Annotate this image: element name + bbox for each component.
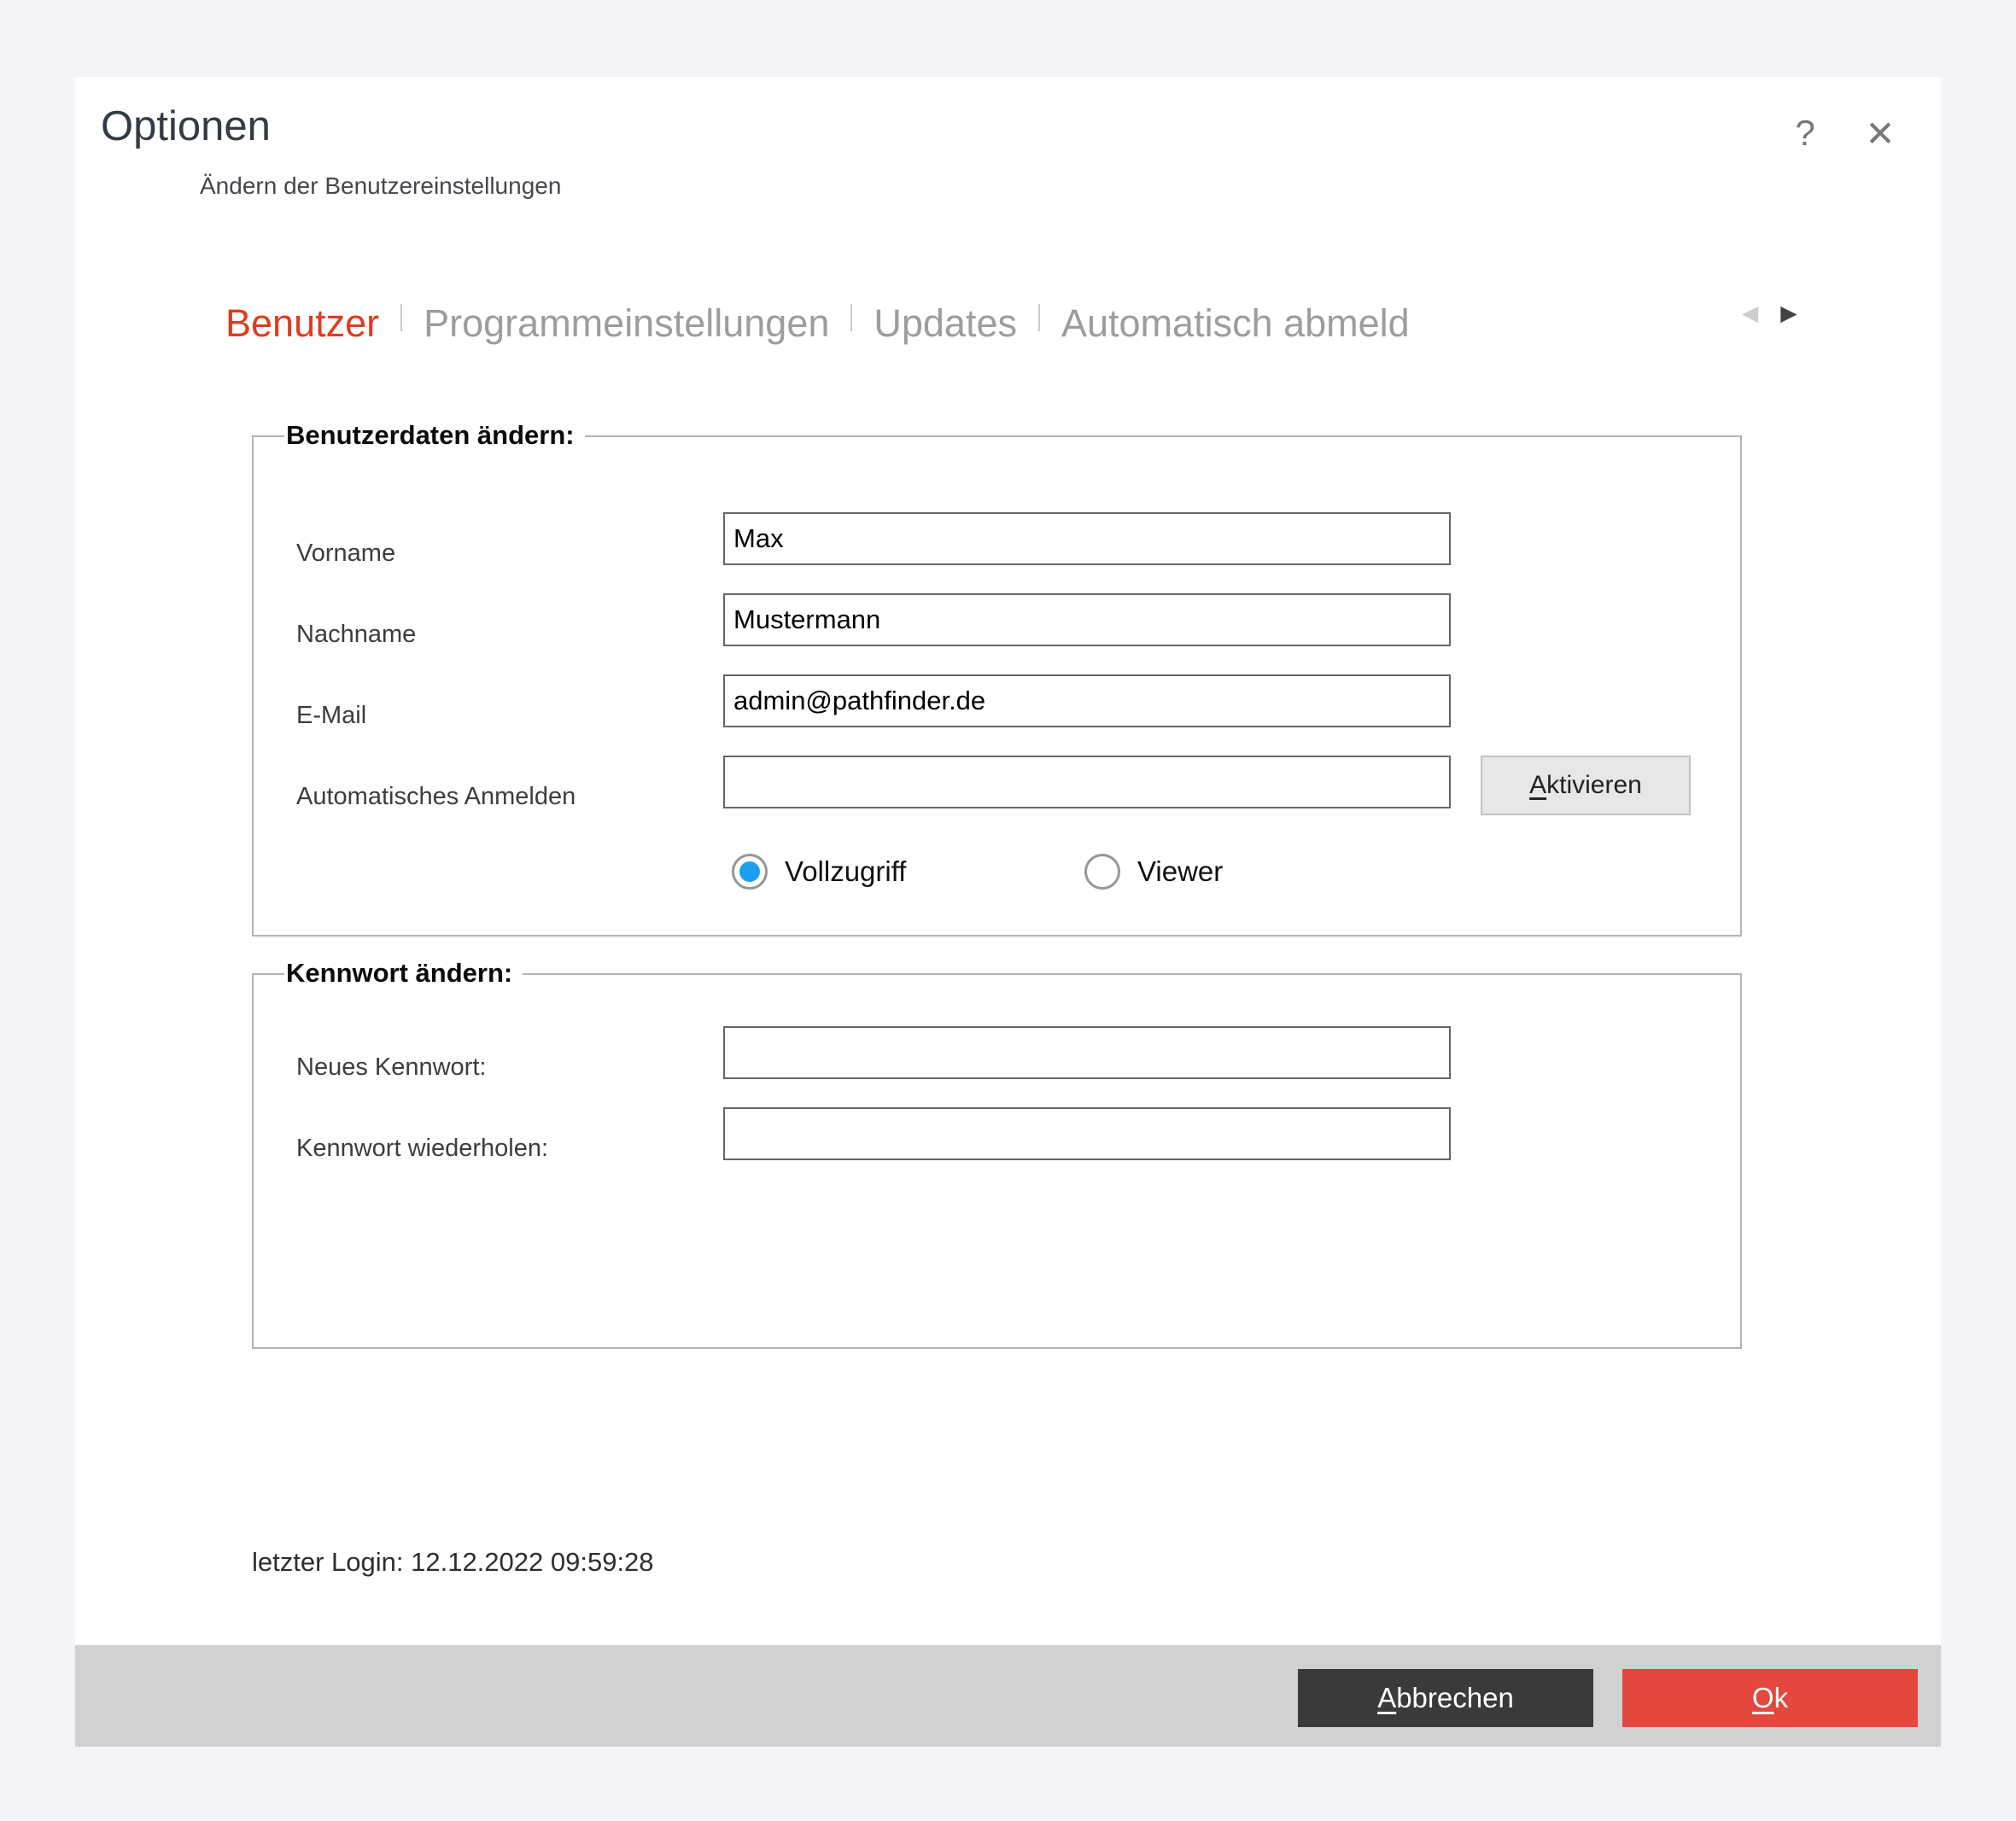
- last-login-status: letzter Login: 12.12.2022 09:59:28: [252, 1547, 654, 1578]
- footer-bar: Abbrechen Ok: [75, 1645, 1941, 1747]
- tab-bar: Benutzer Programmeinstellungen Updates A…: [225, 297, 1742, 357]
- user-data-group: Benutzerdaten ändern: Vorname Nachname E…: [252, 435, 1742, 937]
- activate-button-mnemonic: A: [1529, 771, 1546, 799]
- tab-separator: [1038, 304, 1040, 331]
- access-level-radio-group: Vollzugriff Viewer: [254, 849, 1740, 900]
- email-label: E-Mail: [296, 702, 366, 730]
- email-input[interactable]: [723, 674, 1451, 727]
- tab-separator: [400, 304, 402, 331]
- options-dialog: Optionen Ändern der Benutzereinstellunge…: [75, 77, 1941, 1747]
- vorname-label: Vorname: [296, 540, 395, 568]
- dialog-title: Optionen: [101, 102, 271, 150]
- nachname-input[interactable]: [723, 593, 1451, 646]
- repeat-password-label: Kennwort wiederholen:: [296, 1135, 548, 1163]
- ok-button[interactable]: Ok: [1622, 1669, 1918, 1727]
- auto-login-label: Automatisches Anmelden: [296, 783, 576, 811]
- new-password-label: Neues Kennwort:: [296, 1053, 486, 1082]
- tab-separator: [850, 304, 852, 331]
- nachname-label: Nachname: [296, 621, 416, 649]
- cancel-button-label: bbrechen: [1396, 1682, 1514, 1713]
- password-group: Kennwort ändern: Neues Kennwort: Kennwor…: [252, 973, 1742, 1349]
- vollzugriff-radio[interactable]: [732, 854, 768, 890]
- close-icon[interactable]: ✕: [1856, 108, 1904, 159]
- cancel-button-mnemonic: A: [1377, 1682, 1396, 1713]
- tab-scroll-arrows: ◀ ▶: [1742, 301, 1797, 326]
- viewer-radio[interactable]: [1084, 854, 1120, 890]
- tab-scroll-left-icon[interactable]: ◀: [1742, 301, 1758, 326]
- tab-benutzer[interactable]: Benutzer: [225, 297, 379, 350]
- password-group-title: Kennwort ändern:: [284, 958, 523, 989]
- user-data-group-title: Benutzerdaten ändern:: [284, 420, 585, 451]
- activate-button[interactable]: Aktivieren: [1481, 756, 1691, 815]
- ok-button-label: k: [1774, 1682, 1789, 1713]
- help-icon[interactable]: ?: [1781, 108, 1829, 159]
- tab-scroll-right-icon[interactable]: ▶: [1780, 301, 1797, 326]
- new-password-input[interactable]: [723, 1026, 1451, 1079]
- tab-updates[interactable]: Updates: [874, 297, 1017, 350]
- activate-button-label: ktivieren: [1546, 771, 1642, 799]
- dialog-subtitle: Ändern der Benutzereinstellungen: [200, 172, 561, 200]
- auto-login-input[interactable]: [723, 756, 1451, 808]
- ok-button-mnemonic: O: [1752, 1682, 1774, 1713]
- vorname-input[interactable]: [723, 512, 1451, 565]
- cancel-button[interactable]: Abbrechen: [1298, 1669, 1593, 1727]
- tab-automatisch-abmelden[interactable]: Automatisch abmeld: [1061, 297, 1410, 350]
- tab-programmeinstellungen[interactable]: Programmeinstellungen: [424, 297, 829, 350]
- repeat-password-input[interactable]: [723, 1107, 1451, 1160]
- viewer-radio-label: Viewer: [1137, 855, 1223, 888]
- vollzugriff-radio-label: Vollzugriff: [785, 855, 906, 888]
